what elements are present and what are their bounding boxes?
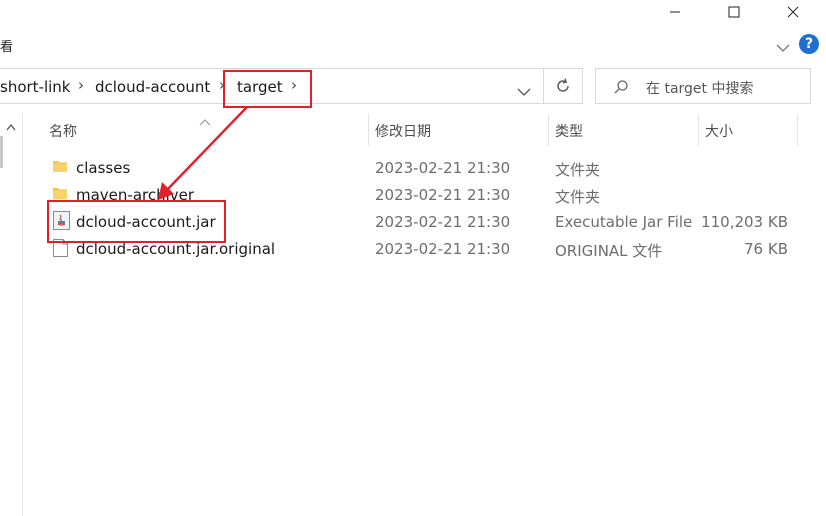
scroll-up-arrow[interactable] xyxy=(6,116,16,135)
ribbon-tab-view[interactable]: 看 xyxy=(0,36,13,55)
file-date: 2023-02-21 21:30 xyxy=(375,186,511,204)
close-icon xyxy=(787,6,799,18)
file-date: 2023-02-21 21:30 xyxy=(375,159,511,177)
ribbon-expand-button[interactable] xyxy=(776,38,790,57)
folder-icon xyxy=(53,161,67,172)
column-divider[interactable] xyxy=(368,114,369,146)
column-header-type[interactable]: 类型 xyxy=(555,121,583,141)
file-size: 110,203 KB xyxy=(701,213,788,231)
refresh-icon xyxy=(557,78,569,92)
file-type: ORIGINAL 文件 xyxy=(555,242,663,260)
chevron-down-icon xyxy=(776,44,790,52)
minimize-icon xyxy=(670,11,680,13)
help-button[interactable]: ? xyxy=(799,34,819,54)
column-divider[interactable] xyxy=(797,114,798,146)
file-type: 文件夹 xyxy=(555,188,601,206)
address-dropdown-button[interactable] xyxy=(517,82,531,101)
search-placeholder: 在 target 中搜索 xyxy=(646,81,754,97)
column-header-date[interactable]: 修改日期 xyxy=(375,121,431,141)
maximize-icon xyxy=(728,6,740,18)
maximize-button[interactable] xyxy=(711,0,757,24)
file-name: classes xyxy=(76,159,131,177)
navigation-pane-scrollbar[interactable] xyxy=(0,113,23,516)
annotation-arrow xyxy=(158,106,248,200)
column-divider[interactable] xyxy=(698,114,699,146)
scroll-thumb[interactable] xyxy=(0,136,3,168)
column-divider[interactable] xyxy=(548,114,549,146)
close-button[interactable] xyxy=(770,0,816,24)
column-header-name[interactable]: 名称 xyxy=(49,121,77,141)
breadcrumb-separator[interactable]: › xyxy=(78,76,84,94)
file-date: 2023-02-21 21:30 xyxy=(375,240,511,258)
search-icon xyxy=(613,79,629,99)
breadcrumb-dcloud-account[interactable]: dcloud-account xyxy=(95,78,210,96)
refresh-button[interactable] xyxy=(543,68,583,104)
folder-icon xyxy=(53,188,67,199)
column-header-size[interactable]: 大小 xyxy=(705,121,733,141)
file-date: 2023-02-21 21:30 xyxy=(375,213,511,231)
file-type: 文件夹 xyxy=(555,161,601,179)
file-size: 76 KB xyxy=(744,240,788,258)
minimize-button[interactable] xyxy=(652,0,698,24)
chevron-up-icon xyxy=(6,123,16,131)
file-type: Executable Jar File xyxy=(555,213,693,231)
breadcrumb-short-link[interactable]: short-link xyxy=(0,78,71,96)
chevron-down-icon xyxy=(517,88,531,96)
